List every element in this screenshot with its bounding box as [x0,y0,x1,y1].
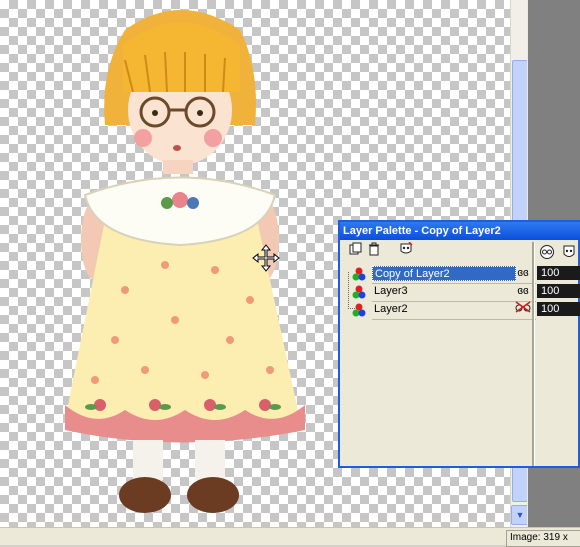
layer-palette[interactable]: Layer Palette - Copy of Layer2 Copy of L… [338,220,580,468]
new-layer-icon[interactable] [348,242,364,258]
opacity-value[interactable]: 100 [537,284,580,298]
layer-list: Copy of Layer2 ɞɞ Layer3 ɞɞ Layer2 [344,262,536,462]
palette-toolbar [344,241,530,260]
layer-mask-icon[interactable] [398,241,414,258]
visibility-icon[interactable]: ɞɞ [514,265,532,282]
layer-name[interactable]: Layer3 [372,284,516,299]
layer-name[interactable]: Copy of Layer2 [372,266,516,281]
layer-name[interactable]: Layer2 [372,302,516,317]
opacity-value[interactable]: 100 [537,302,580,316]
raster-layer-icon [352,303,366,317]
layer-row[interactable]: Layer3 ɞɞ [344,283,532,300]
opacity-column: 100 100 100 [537,242,580,466]
visibility-icon[interactable]: ɞɞ [514,283,532,300]
palette-title[interactable]: Layer Palette - Copy of Layer2 [340,222,580,240]
hidden-visibility-icon[interactable] [514,301,532,318]
layer-row[interactable]: Layer2 [344,301,532,318]
raster-layer-icon [352,267,366,281]
opacity-header-icon [540,245,554,259]
divider [372,319,536,320]
opacity-value[interactable]: 100 [537,266,580,280]
raster-layer-icon [352,285,366,299]
move-cursor-icon [252,244,280,272]
palette-splitter[interactable] [532,242,535,466]
image-size-status: Image: 319 x [506,530,580,547]
blend-mode-header-icon [563,245,575,257]
status-bar: Image: 319 x [0,527,580,547]
delete-layer-icon[interactable] [366,242,382,258]
layer-row[interactable]: Copy of Layer2 ɞɞ [344,265,532,282]
